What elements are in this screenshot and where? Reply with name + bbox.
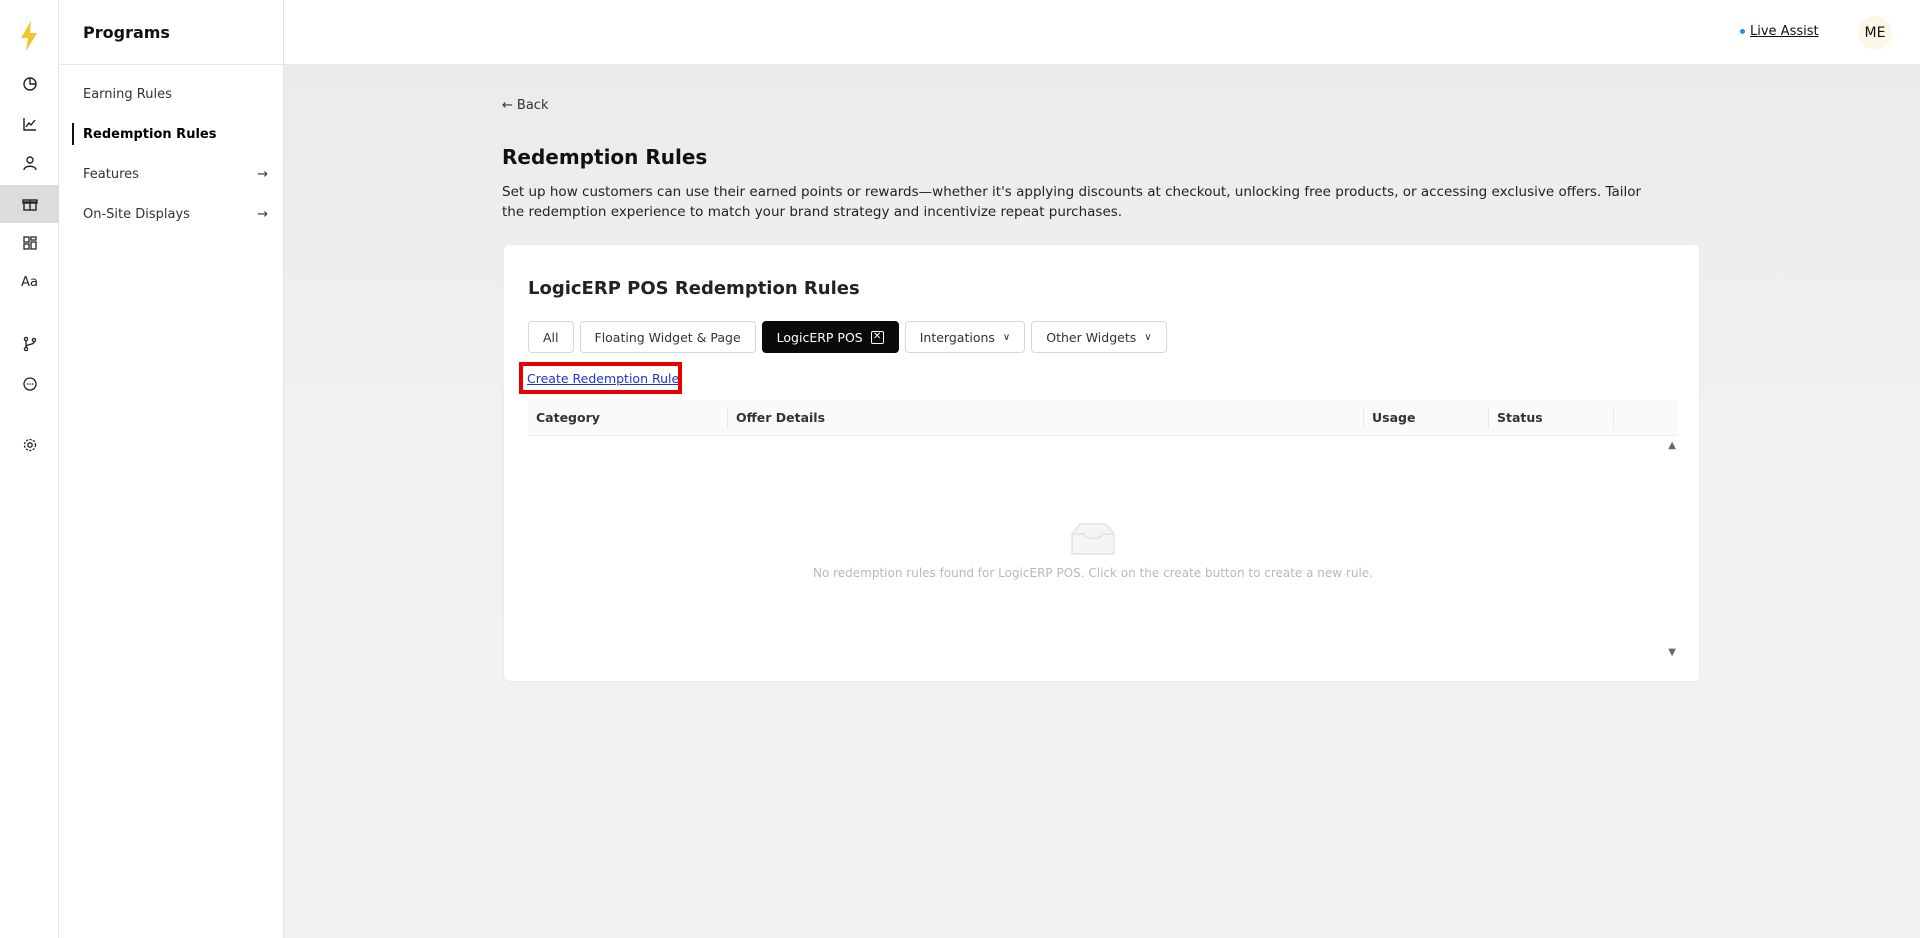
page-title: Redemption Rules <box>502 145 708 169</box>
logo-bolt-icon[interactable] <box>17 20 41 52</box>
empty-state-text: No redemption rules found for LogicERP P… <box>812 566 1373 580</box>
widgets-icon[interactable] <box>0 224 59 262</box>
chevron-down-icon: ∨ <box>1002 331 1011 343</box>
empty-inbox-icon <box>1066 520 1120 560</box>
icon-rail: Aa <box>0 0 59 938</box>
tab-all[interactable]: All <box>528 321 574 353</box>
chevron-down-icon: ∨ <box>1144 331 1152 343</box>
scroll-up-arrow-icon[interactable]: ▲ <box>1668 440 1676 451</box>
branch-icon[interactable] <box>0 325 59 363</box>
programs-gift-icon[interactable] <box>0 185 59 223</box>
sidebar-item-redemption-rules[interactable]: Redemption Rules <box>83 123 268 145</box>
column-header-usage: Usage <box>1364 407 1489 428</box>
page-description: Set up how customers can use their earne… <box>502 184 1642 220</box>
redemption-rules-card: LogicERP POS Redemption Rules All Floati… <box>503 244 1700 682</box>
rules-table: Category Offer Details Usage Status ▲ No… <box>528 400 1678 664</box>
card-title: LogicERP POS Redemption Rules <box>528 278 860 299</box>
status-dot-icon <box>1740 29 1745 34</box>
sidebar-item-label: Earning Rules <box>83 86 172 102</box>
sidebar-item-on-site-displays[interactable]: On-Site Displays → <box>83 203 268 225</box>
tab-floating-widget-page[interactable]: Floating Widget & Page <box>579 321 756 353</box>
create-redemption-rule-link[interactable]: Create Redemption Rule <box>527 371 678 386</box>
dashboard-icon[interactable] <box>0 65 59 103</box>
column-header-category: Category <box>528 407 728 428</box>
column-header-status: Status <box>1489 407 1614 428</box>
tab-logicerp-pos[interactable]: LogicERP POS ✕ <box>761 321 899 353</box>
sidebar-title: Programs <box>59 0 283 65</box>
table-header: Category Offer Details Usage Status <box>528 400 1678 436</box>
sidebar-item-features[interactable]: Features → <box>83 163 268 185</box>
customers-icon[interactable] <box>0 144 59 182</box>
close-icon[interactable]: ✕ <box>870 330 884 344</box>
settings-icon[interactable] <box>0 426 59 464</box>
sidebar-item-label: On-Site Displays <box>83 206 190 222</box>
filter-tabs: All Floating Widget & Page LogicERP POS … <box>528 321 1167 353</box>
programs-sidebar: Programs Earning Rules Redemption Rules … <box>59 0 284 938</box>
analytics-icon[interactable] <box>0 105 59 143</box>
sidebar-item-label: Redemption Rules <box>83 126 217 142</box>
back-button[interactable]: ← Back <box>502 98 548 113</box>
avatar[interactable]: ME <box>1858 16 1892 50</box>
tab-integrations[interactable]: Intergations ∨ <box>904 321 1026 353</box>
chat-icon[interactable] <box>0 365 59 403</box>
sidebar-item-label: Features <box>83 166 139 182</box>
empty-state: No redemption rules found for LogicERP P… <box>528 520 1658 580</box>
arrow-left-icon: ← <box>502 98 513 113</box>
column-header-offer-details: Offer Details <box>728 407 1364 428</box>
sidebar-item-earning-rules[interactable]: Earning Rules <box>83 83 268 105</box>
arrow-right-icon: → <box>257 206 268 222</box>
top-bar <box>284 0 1920 65</box>
active-indicator <box>72 123 74 145</box>
scroll-down-arrow-icon[interactable]: ▼ <box>1668 647 1676 658</box>
live-assist-link[interactable]: Live Assist <box>1740 24 1819 39</box>
arrow-right-icon: → <box>257 166 268 182</box>
create-rule-highlight: Create Redemption Rule <box>519 362 682 394</box>
tab-other-widgets[interactable]: Other Widgets ∨ <box>1031 321 1167 353</box>
typography-icon[interactable]: Aa <box>0 263 59 301</box>
